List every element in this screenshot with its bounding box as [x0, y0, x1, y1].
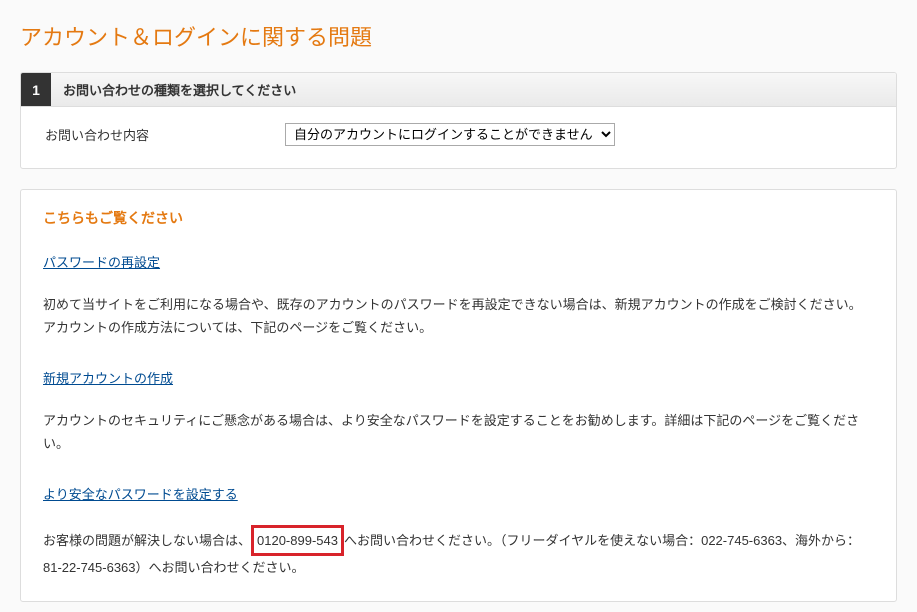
info-block-2: 新規アカウントの作成 アカウントのセキュリティにご懸念がある場合は、より安全なパ…: [43, 368, 874, 456]
inquiry-content-select[interactable]: 自分のアカウントにログインすることができません: [285, 123, 615, 146]
step-panel: 1 お問い合わせの種類を選択してください お問い合わせ内容 自分のアカウントにロ…: [20, 72, 897, 169]
contact-phone-highlight: 0120-899-543: [251, 525, 344, 556]
info-text-1: 初めて当サイトをご利用になる場合や、既存のアカウントのパスワードを再設定できない…: [43, 293, 874, 340]
page-title: アカウント＆ログインに関する問題: [20, 20, 897, 52]
inquiry-content-label: お問い合わせ内容: [45, 125, 285, 144]
create-account-link[interactable]: 新規アカウントの作成: [43, 368, 173, 387]
form-row: お問い合わせ内容 自分のアカウントにログインすることができません: [21, 107, 896, 168]
contact-prefix: お客様の問題が解決しない場合は、: [43, 533, 251, 548]
safer-password-link[interactable]: より安全なパスワードを設定する: [43, 484, 238, 503]
info-section-title: こちらもご覧ください: [43, 208, 874, 228]
info-text-2: アカウントのセキュリティにご懸念がある場合は、より安全なパスワードを設定すること…: [43, 409, 874, 456]
step-header: 1 お問い合わせの種類を選択してください: [21, 73, 896, 107]
info-block-1: パスワードの再設定 初めて当サイトをご利用になる場合や、既存のアカウントのパスワ…: [43, 252, 874, 340]
contact-text: お客様の問題が解決しない場合は、0120-899-543へお問い合わせください。…: [43, 525, 874, 580]
info-panel: こちらもご覧ください パスワードの再設定 初めて当サイトをご利用になる場合や、既…: [20, 189, 897, 602]
password-reset-link[interactable]: パスワードの再設定: [43, 252, 160, 271]
info-block-3: より安全なパスワードを設定する お客様の問題が解決しない場合は、0120-899…: [43, 484, 874, 580]
step-title: お問い合わせの種類を選択してください: [51, 73, 308, 106]
step-number: 1: [21, 73, 51, 106]
